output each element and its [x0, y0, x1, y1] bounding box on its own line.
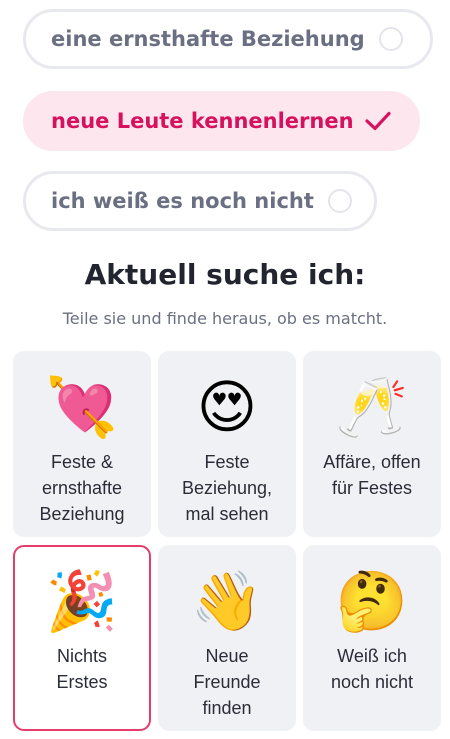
option-label: neue Leute kennenlernen — [51, 109, 354, 133]
card-label: Affäre, offen für Festes — [323, 452, 421, 498]
option-serious-relationship[interactable]: eine ernsthafte Beziehung — [23, 9, 433, 69]
card-label: Nichts Erstes — [56, 646, 108, 692]
radio-circle-icon — [327, 189, 352, 213]
heart-with-arrow-icon: 💘 — [45, 373, 119, 441]
option-meet-new-people[interactable]: neue Leute kennenlernen — [23, 91, 420, 151]
waving-hand-icon: 👋 — [190, 567, 264, 635]
option-not-sure-yet[interactable]: ich weiß es noch nicht — [23, 171, 377, 231]
section-subheading: Teile sie und finde heraus, ob es matcht… — [62, 309, 388, 328]
checkmark-icon — [364, 111, 391, 131]
option-label: ich weiß es noch nicht — [51, 189, 314, 213]
card-label: Weiß ich noch nicht — [330, 646, 414, 692]
section-heading: Aktuell suche ich: — [84, 258, 366, 291]
heart-eyes-face-icon: 😍 — [196, 373, 258, 441]
clinking-glasses-icon: 🥂 — [335, 373, 409, 441]
card-feste-beziehung-mal-sehen[interactable]: 😍 Feste Beziehung, mal sehen — [158, 351, 296, 537]
card-nichts-erstes[interactable]: 🎉 Nichts Erstes — [13, 545, 151, 731]
card-label: Feste Beziehung, mal sehen — [181, 452, 273, 524]
card-affaere-offen-fuer-festes[interactable]: 🥂 Affäre, offen für Festes — [303, 351, 441, 537]
card-label: Feste & ernsthafte Beziehung — [39, 452, 125, 524]
radio-circle-icon — [378, 27, 403, 51]
card-feste-ernsthafte-beziehung[interactable]: 💘 Feste & ernsthafte Beziehung — [13, 351, 151, 537]
party-popper-icon: 🎉 — [45, 567, 119, 635]
thinking-face-icon: 🤔 — [335, 567, 409, 635]
option-label: eine ernsthafte Beziehung — [51, 27, 365, 51]
card-weiss-ich-noch-nicht[interactable]: 🤔 Weiß ich noch nicht — [303, 545, 441, 731]
card-neue-freunde-finden[interactable]: 👋 Neue Freunde finden — [158, 545, 296, 731]
card-label: Neue Freunde finden — [193, 646, 261, 718]
